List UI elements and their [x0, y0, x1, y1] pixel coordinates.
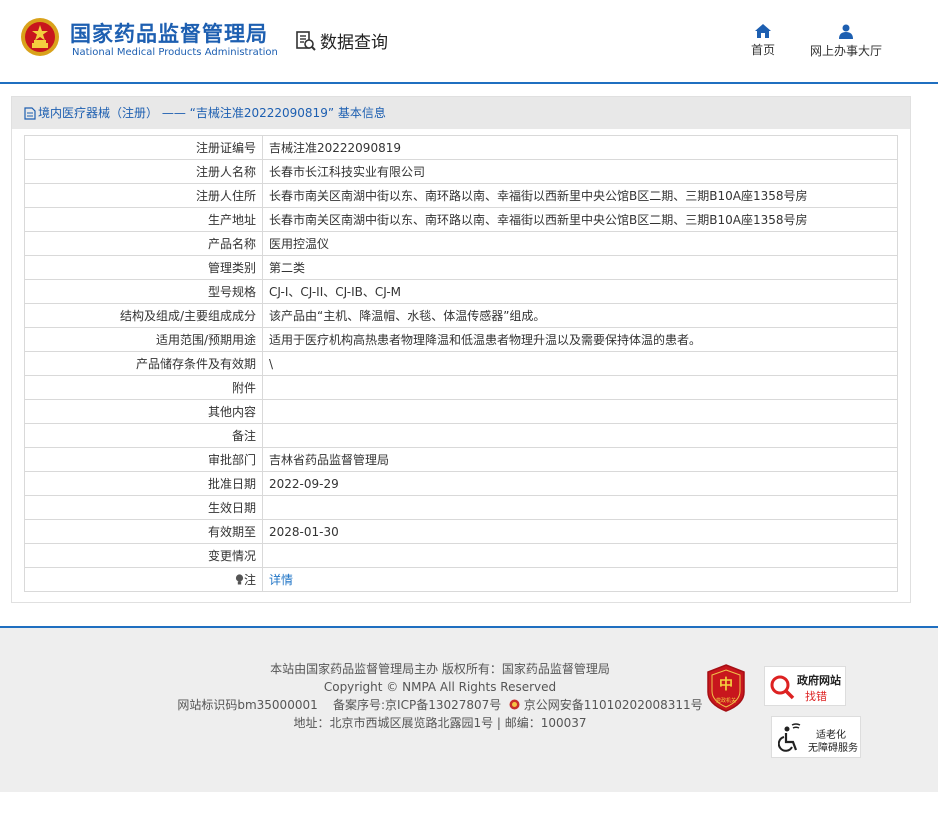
field-label: 管理类别 — [24, 255, 263, 280]
svg-text:中: 中 — [719, 676, 733, 693]
footer-copyright: Copyright © NMPA All Rights Reserved — [323, 680, 557, 694]
field-label: 生效日期 — [24, 495, 263, 520]
table-row: 注册人住所 长春市南关区南湖中街以东、南环路以南、幸福街以西新里中央公馆B区二期、… — [24, 183, 898, 208]
footer-address: 地址：北京市西城区展览路北露园1号 | 邮编：100037 — [293, 716, 587, 730]
accessibility-service-badge[interactable]: 适老化 无障碍服务 — [771, 716, 861, 758]
note-label: 注 — [243, 573, 256, 587]
field-value: 适用于医疗机构高热患者物理降温和低温患者物理升温以及需要保持体温的患者。 — [262, 327, 898, 352]
org-name-cn: 国家药品监督管理局 — [70, 22, 268, 46]
accessibility-icon — [778, 723, 801, 752]
field-label: 审批部门 — [24, 447, 263, 472]
table-row: 生产地址 长春市南关区南湖中街以东、南环路以南、幸福街以西新里中央公馆B区二期、三… — [24, 207, 898, 232]
field-value — [262, 399, 898, 424]
field-value: 医用控温仪 — [262, 231, 898, 256]
home-icon — [755, 24, 771, 38]
nav-online-service-hall-label: 网上办事大厅 — [809, 44, 882, 58]
accessibility-badge-line2: 无障碍服务 — [808, 743, 858, 754]
field-label: 生产地址 — [24, 207, 263, 232]
field-label: 适用范围/预期用途 — [24, 327, 263, 352]
site-footer: 本站由国家药品监督管理局主办 版权所有：国家药品监督管理局 Copyright … — [0, 626, 938, 792]
data-query-label: 数据查询 — [320, 33, 388, 53]
field-value: \ — [262, 351, 898, 376]
field-value: 吉林省药品监督管理局 — [262, 447, 898, 472]
party-government-badge-icon[interactable]: 中 党政机关 — [706, 664, 746, 712]
field-label: 注册人住所 — [24, 183, 263, 208]
document-icon — [24, 106, 36, 120]
footer-text: 本站由国家药品监督管理局主办 版权所有：国家药品监督管理局 Copyright … — [170, 660, 710, 732]
field-value: 长春市长江科技实业有限公司 — [262, 159, 898, 184]
field-label: 有效期至 — [24, 519, 263, 544]
field-label-note: 注 — [24, 567, 263, 592]
field-label: 注册人名称 — [24, 159, 263, 184]
field-value: 吉械注准20222090819 — [262, 135, 898, 160]
field-value: 长春市南关区南湖中街以东、南环路以南、幸福街以西新里中央公馆B区二期、三期B10… — [262, 183, 898, 208]
table-row: 审批部门 吉林省药品监督管理局 — [24, 447, 898, 472]
field-value: CJ-I、CJ-II、CJ-IB、CJ-M — [262, 279, 898, 304]
panel-title-bar: 境内医疗器械（注册） —— “吉械注准20222090819” 基本信息 — [12, 97, 910, 129]
field-value: 该产品由“主机、降温帽、水毯、体温传感器”组成。 — [262, 303, 898, 328]
table-row: 其他内容 — [24, 399, 898, 424]
nav-home-label: 首页 — [750, 43, 775, 57]
field-label: 批准日期 — [24, 471, 263, 496]
field-value: 第二类 — [262, 255, 898, 280]
details-link[interactable]: 详情 — [269, 573, 293, 587]
field-label: 型号规格 — [24, 279, 263, 304]
table-row: 型号规格 CJ-I、CJ-II、CJ-IB、CJ-M — [24, 279, 898, 304]
footer-icp-link[interactable]: 备案序号:京ICP备13027807号 — [333, 698, 501, 712]
footer-sponsor: 本站由国家药品监督管理局主办 版权所有：国家药品监督管理局 — [270, 662, 610, 676]
table-row: 批准日期 2022-09-29 — [24, 471, 898, 496]
search-document-icon — [296, 30, 316, 51]
detail-panel: 境内医疗器械（注册） —— “吉械注准20222090819” 基本信息 注册证… — [11, 96, 911, 603]
org-name-en: National Medical Products Administration — [72, 47, 278, 58]
field-label: 注册证编号 — [24, 135, 263, 160]
gov-badge-line1: 政府网站 — [797, 674, 841, 687]
table-row: 产品储存条件及有效期 \ — [24, 351, 898, 376]
national-emblem-icon — [21, 18, 59, 56]
table-row: 注册证编号 吉械注准20222090819 — [24, 135, 898, 160]
table-row: 附件 — [24, 375, 898, 400]
table-row: 注册人名称 长春市长江科技实业有限公司 — [24, 159, 898, 184]
table-row: 适用范围/预期用途 适用于医疗机构高热患者物理降温和低温患者物理升温以及需要保持体… — [24, 327, 898, 352]
field-value: 2022-09-29 — [262, 471, 898, 496]
field-label: 变更情况 — [24, 543, 263, 568]
footer-site-id: 网站标识码bm35000001 — [177, 698, 318, 712]
panel-title: 境内医疗器械（注册） —— “吉械注准20222090819” 基本信息 — [38, 105, 386, 120]
gov-badge-line2: 找错 — [805, 690, 827, 703]
table-row: 产品名称 医用控温仪 — [24, 231, 898, 256]
police-badge-icon — [509, 699, 520, 710]
field-value — [262, 543, 898, 568]
table-row: 生效日期 — [24, 495, 898, 520]
nav-online-service-hall[interactable]: 网上办事大厅 — [806, 24, 886, 59]
table-row: 有效期至 2028-01-30 — [24, 519, 898, 544]
field-value — [262, 375, 898, 400]
table-row: 备注 — [24, 423, 898, 448]
field-value: 2028-01-30 — [262, 519, 898, 544]
table-row: 管理类别 第二类 — [24, 255, 898, 280]
field-value-note: 详情 — [262, 567, 898, 592]
site-header: 国家药品监督管理局 National Medical Products Admi… — [0, 0, 938, 84]
nav-home[interactable]: 首页 — [746, 24, 780, 58]
field-value — [262, 495, 898, 520]
field-label: 附件 — [24, 375, 263, 400]
device-info-table: 注册证编号 吉械注准20222090819 注册人名称 长春市长江科技实业有限公司 注册… — [24, 135, 898, 592]
data-query-link[interactable]: 数据查询 — [295, 28, 388, 53]
user-icon — [839, 24, 853, 39]
field-label: 产品储存条件及有效期 — [24, 351, 263, 376]
table-row-note: 注详情 — [24, 567, 898, 592]
table-row: 结构及组成/主要组成成分 该产品由“主机、降温帽、水毯、体温传感器”组成。 — [24, 303, 898, 328]
table-row: 变更情况 — [24, 543, 898, 568]
field-value — [262, 423, 898, 448]
field-value: 长春市南关区南湖中街以东、南环路以南、幸福街以西新里中央公馆B区二期、三期B10… — [262, 207, 898, 232]
field-label: 备注 — [24, 423, 263, 448]
gov-site-error-report-badge[interactable]: 政府网站 找错 — [764, 666, 846, 706]
party-badge-text: 党政机关 — [716, 697, 736, 704]
field-label: 产品名称 — [24, 231, 263, 256]
footer-registration: 网站标识码bm35000001 备案序号:京ICP备13027807号 京公网安… — [170, 696, 710, 714]
footer-police-link[interactable]: 京公网安备11010202008311号 — [524, 698, 703, 712]
field-label: 其他内容 — [24, 399, 263, 424]
field-label: 结构及组成/主要组成成分 — [24, 303, 263, 328]
lightbulb-icon — [235, 574, 244, 585]
magnifier-icon — [770, 675, 795, 700]
